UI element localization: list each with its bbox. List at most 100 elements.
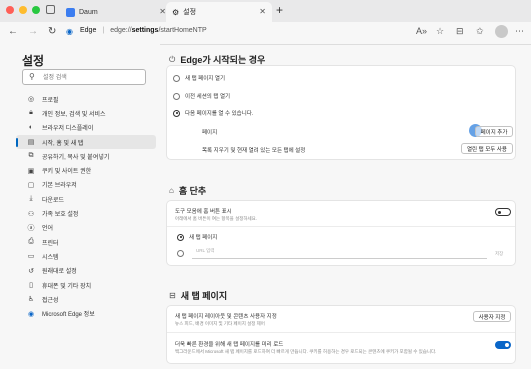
sidebar-item-label: 시작, 홈 및 새 탭: [42, 140, 84, 147]
close-window-button[interactable]: [6, 6, 14, 14]
preload-desc: 백그라운드에서 Microsoft 새 탭 페이지를 로드하여 더 빠르게 만듭…: [175, 349, 437, 354]
download-icon: ⤓: [29, 195, 33, 203]
sidebar-item-profile[interactable]: ◎ 프로필: [16, 92, 156, 106]
minimize-window-button[interactable]: [19, 6, 27, 14]
radio-open-pages[interactable]: 다음 페이지를 열 수 있습니다.: [173, 109, 253, 117]
close-icon[interactable]: ✕: [259, 7, 266, 16]
url-prefix: edge://: [110, 27, 132, 34]
customize-label: 새 탭 페이지 레이아웃 및 콘텐츠 사용자 지정: [175, 314, 277, 320]
search-icon: ⚲: [29, 72, 35, 81]
language-icon: ⓐ: [27, 224, 35, 232]
browser-window: Daum ✕ ⚙ 설정 ✕ + ← → ↻ ◉ Edge | edge://sett…: [0, 0, 531, 369]
customize-desc: 뉴스 피드, 배경 이미지 및 기타 페이지 설정 제어: [175, 321, 265, 326]
maximize-window-button[interactable]: [32, 6, 40, 14]
save-button[interactable]: 저장: [495, 251, 503, 257]
tab-label: Daum: [79, 8, 98, 16]
use-all-open-tabs-button[interactable]: 열린 탭 모두 사용: [461, 143, 513, 154]
divider: [167, 226, 515, 227]
radio-home-newtab[interactable]: 새 탭 페이지: [177, 233, 217, 241]
radio-label: 이전 세션의 탭 열기: [185, 94, 231, 100]
home-toolbar-desc: 아래에서 홈 버튼이 여는 항목을 설정하세요.: [175, 216, 258, 221]
sidebar-item-downloads[interactable]: ⤓ 다운로드: [16, 192, 156, 206]
lock-icon: 🔒︎: [29, 109, 33, 117]
radio-circle[interactable]: [173, 92, 180, 100]
sidebar-item-label: 기본 브라우저: [42, 183, 77, 190]
sidebar-item-label: 프린터: [42, 240, 59, 247]
sidebar-item-label: 프로필: [42, 97, 59, 104]
favorite-star-icon[interactable]: ☆: [436, 26, 444, 37]
sidebar-item-cookies[interactable]: ▣ 쿠키 및 사이트 권한: [16, 163, 156, 177]
sidebar-item-appearance[interactable]: ◐ 브라우저 디스플레이: [16, 121, 156, 135]
sidebar-item-about[interactable]: ◉ Microsoft Edge 정보: [16, 306, 156, 320]
sidebar-item-privacy[interactable]: 🔒︎ 개인 정보, 검색 및 서비스: [16, 106, 156, 120]
back-arrow-icon[interactable]: ←: [8, 26, 18, 37]
home-tabs-icon: ▤: [27, 139, 35, 147]
radio-circle-selected[interactable]: [173, 109, 180, 117]
profile-icon: ◎: [27, 96, 35, 104]
divider: [167, 332, 515, 333]
url-brand: Edge: [80, 27, 97, 34]
tab-label: 설정: [183, 9, 197, 16]
power-icon: ⏻: [169, 54, 176, 64]
radio-home-url[interactable]: [177, 250, 189, 257]
daum-favicon-icon: [66, 7, 75, 17]
radio-circle[interactable]: [173, 74, 180, 82]
startup-section-title: ⏻ Edge가 시작되는 경우: [169, 53, 265, 66]
sidebar-item-printers[interactable]: ⎙ 프린터: [16, 235, 156, 249]
radio-open-previous[interactable]: 이전 세션의 탭 열기: [173, 92, 230, 100]
settings-search[interactable]: ⚲: [22, 69, 146, 85]
sidebar-item-label: 다운로드: [42, 197, 65, 204]
forward-arrow-icon[interactable]: →: [28, 26, 38, 37]
sidebar-item-family[interactable]: ⚇ 가족 보호 설정: [16, 206, 156, 220]
customize-button[interactable]: 사용자 지정: [473, 311, 511, 322]
favorites-icon[interactable]: ✩: [476, 26, 484, 37]
home-url-input[interactable]: URL 입력: [192, 248, 487, 259]
new-tab-button[interactable]: +: [276, 3, 283, 17]
sidebar-item-accessibility[interactable]: ♿︎ 접근성: [16, 292, 156, 306]
preload-toggle[interactable]: [495, 341, 511, 349]
section-title-text: Edge가 시작되는 경우: [180, 55, 266, 65]
home-button-toggle[interactable]: [495, 208, 511, 216]
sidebar-item-label: 쿠키 및 사이트 권한: [42, 169, 92, 176]
sidebar-item-start-home[interactable]: ▤ 시작, 홈 및 새 탭: [16, 134, 156, 150]
sidebar-item-language[interactable]: ⓐ 언어: [16, 221, 156, 235]
sidebar-item-share[interactable]: ⧉ 공유하기, 복사 및 붙여넣기: [16, 149, 156, 163]
newtab-icon: ⊟: [169, 291, 176, 300]
radio-label: 다음 페이지를 열 수 있습니다.: [185, 111, 254, 117]
sidebar-item-default-browser[interactable]: ▢ 기본 브라우저: [16, 178, 156, 192]
newtab-section-title: ⊟ 새 탭 페이지: [169, 289, 227, 302]
sidebar-item-label: 접근성: [42, 297, 59, 304]
preload-label: 더욱 빠른 환경을 위해 새 탭 페이지를 미리 로드: [175, 342, 284, 348]
pages-label: 페이지: [202, 130, 218, 136]
browser-icon: ▢: [27, 181, 35, 189]
share-icon: ⧉: [28, 152, 34, 160]
url-field[interactable]: Edge | edge://settings/startHomeNTP: [80, 27, 207, 34]
radio-label: 새 탭 페이지 열기: [185, 76, 226, 82]
sidebar-item-phone[interactable]: ▯ 휴대폰 및 기타 장치: [16, 278, 156, 292]
tab-settings[interactable]: ⚙ 설정 ✕: [166, 2, 272, 22]
sidebar-item-label: 휴대폰 및 기타 장치: [42, 283, 92, 290]
gear-icon: ⚙: [172, 7, 180, 17]
radio-open-newtab[interactable]: 새 탭 페이지 열기: [173, 74, 225, 82]
radio-circle-selected[interactable]: [177, 233, 184, 241]
section-title-text: 새 탭 페이지: [180, 291, 228, 301]
tab-actions-icon[interactable]: [46, 5, 55, 14]
search-input[interactable]: [41, 72, 140, 84]
sidebar-item-label: 개인 정보, 검색 및 서비스: [42, 111, 106, 118]
sidebar-item-label: 브라우저 디스플레이: [42, 126, 94, 133]
sidebar-item-label: 공유하기, 복사 및 붙여넣기: [42, 154, 110, 161]
accessibility-icon: ♿︎: [27, 296, 35, 304]
read-aloud-icon[interactable]: A»: [416, 26, 427, 36]
add-page-button[interactable]: 페이지 추가: [475, 126, 513, 137]
tab-bar: Daum ✕ ⚙ 설정 ✕ +: [0, 0, 531, 22]
tab-daum[interactable]: Daum ✕: [60, 2, 172, 22]
close-icon[interactable]: ✕: [159, 7, 166, 16]
avatar[interactable]: [495, 25, 508, 38]
sidebar-item-system[interactable]: ▭ 시스템: [16, 249, 156, 263]
radio-circle[interactable]: [177, 250, 184, 257]
sidebar-item-reset[interactable]: ↺ 원래대로 설정: [16, 264, 156, 278]
family-icon: ⚇: [27, 210, 35, 218]
reload-icon[interactable]: ↻: [48, 26, 56, 37]
split-screen-icon[interactable]: ⊟: [456, 26, 464, 37]
more-menu-icon[interactable]: ⋯: [515, 26, 524, 37]
